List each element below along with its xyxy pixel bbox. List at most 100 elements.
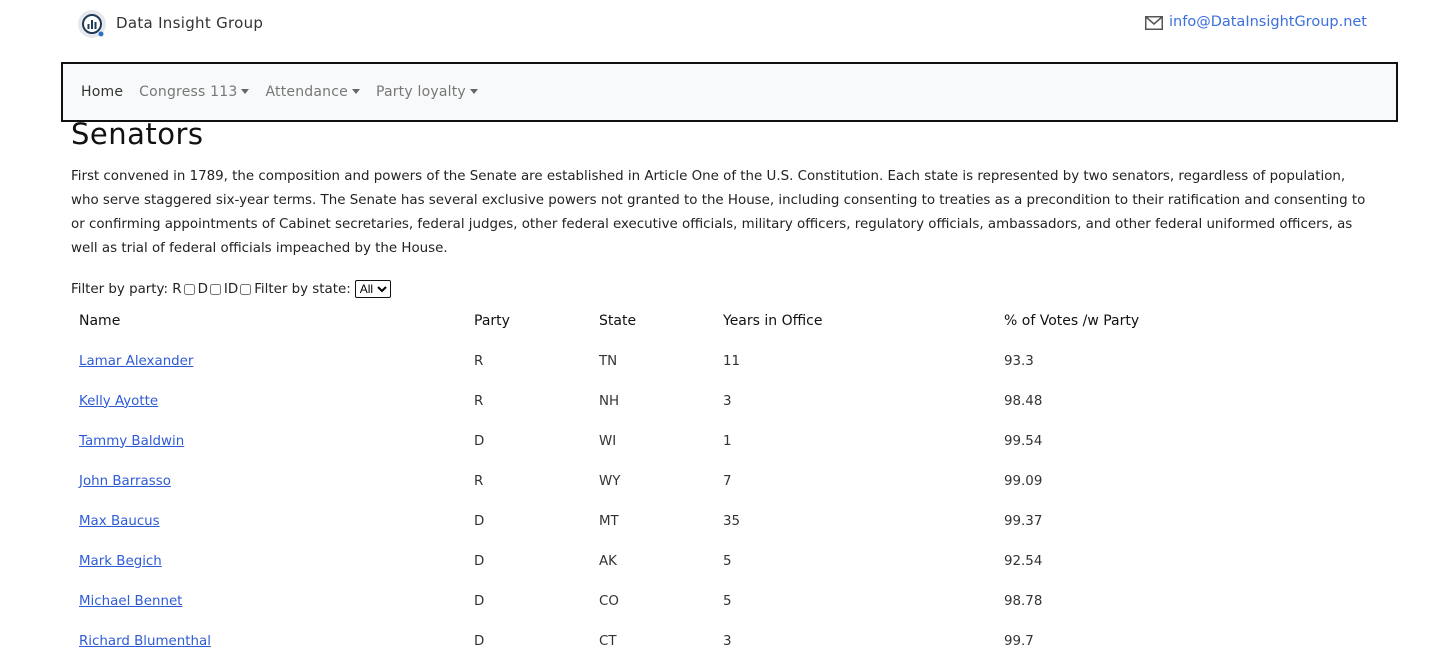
- table-cell: Michael Bennet: [71, 581, 466, 621]
- cell-state: CT: [599, 633, 617, 649]
- cell-pct-votes: 92.54: [1004, 553, 1043, 569]
- cell-party: R: [474, 353, 484, 369]
- caret-down-icon: [241, 88, 250, 94]
- table-cell: 5: [715, 541, 996, 581]
- table-cell: TN: [591, 341, 715, 381]
- main-navbar: Home Congress 113 Attendance Party loyal…: [61, 62, 1398, 122]
- cell-pct-votes: 99.37: [1004, 513, 1043, 529]
- table-cell: 1: [715, 421, 996, 461]
- nav-party-loyalty-dropdown[interactable]: Party loyalty: [376, 84, 478, 100]
- table-cell: Mark Begich: [71, 541, 466, 581]
- cell-years: 35: [723, 513, 741, 529]
- cell-state: MT: [599, 513, 619, 529]
- cell-pct-votes: 98.78: [1004, 593, 1043, 609]
- intro-paragraph: First convened in 1789, the composition …: [71, 169, 1366, 256]
- cell-party: D: [474, 633, 485, 649]
- cell-pct-votes: 99.09: [1004, 473, 1043, 489]
- cell-party: D: [474, 513, 485, 529]
- table-cell: R: [466, 341, 591, 381]
- caret-down-icon: [469, 88, 478, 94]
- cell-pct-votes: 93.3: [1004, 353, 1034, 369]
- table-body: Lamar Alexander R TN 11 93.3 Kelly Ayotte R NH 3…: [71, 341, 1312, 661]
- party-r-label: R: [172, 281, 182, 297]
- nav-attendance-dropdown[interactable]: Attendance: [265, 84, 360, 100]
- nav-home-label: Home: [81, 84, 124, 100]
- cell-years: 3: [723, 393, 732, 409]
- page-title: Senators: [71, 117, 204, 151]
- col-header-years[interactable]: Years in Office: [715, 301, 996, 341]
- senators-table: Name Party State Years in Office % of Vo…: [71, 301, 1312, 661]
- senator-name-link[interactable]: Kelly Ayotte: [79, 394, 158, 409]
- top-header: Data Insight Group info@DataInsightGroup…: [0, 0, 1447, 50]
- table-cell: 99.54: [996, 421, 1312, 461]
- cell-years: 5: [723, 593, 732, 609]
- brand-name[interactable]: Data Insight Group: [116, 14, 263, 32]
- senator-name-link[interactable]: Michael Bennet: [79, 594, 182, 609]
- table-header-row: Name Party State Years in Office % of Vo…: [71, 301, 1312, 341]
- state-filter-select[interactable]: All: [354, 280, 391, 298]
- cell-state: WY: [599, 473, 621, 489]
- table-row: Max Baucus D MT 35 99.37: [71, 501, 1312, 541]
- nav-party-loyalty-label: Party loyalty: [375, 84, 466, 100]
- table-cell: D: [466, 581, 591, 621]
- col-header-name[interactable]: Name: [71, 301, 466, 341]
- senator-name-link[interactable]: Richard Blumenthal: [79, 634, 211, 649]
- table-cell: 99.37: [996, 501, 1312, 541]
- table-row: Lamar Alexander R TN 11 93.3: [71, 341, 1312, 381]
- cell-party: R: [474, 393, 484, 409]
- cell-party: R: [474, 473, 484, 489]
- nav-congress-113-dropdown[interactable]: Congress 113: [139, 84, 250, 100]
- cell-state: TN: [599, 353, 618, 369]
- table-cell: CO: [591, 581, 715, 621]
- contact-email-link[interactable]: info@DataInsightGroup.net: [1145, 14, 1367, 30]
- table-cell: D: [466, 501, 591, 541]
- table-cell: 11: [715, 341, 996, 381]
- table-cell: 35: [715, 501, 996, 541]
- senator-name-link[interactable]: Tammy Baldwin: [79, 434, 184, 449]
- state-filter-label: Filter by state:: [254, 281, 351, 297]
- table-cell: NH: [591, 381, 715, 421]
- cell-party: D: [474, 593, 485, 609]
- table-cell: 99.7: [996, 621, 1312, 661]
- table-cell: WI: [591, 421, 715, 461]
- contact-email[interactable]: info@DataInsightGroup.net: [1169, 14, 1367, 30]
- senator-name-link[interactable]: John Barrasso: [79, 474, 171, 489]
- table-row: John Barrasso R WY 7 99.09: [71, 461, 1312, 501]
- col-header-party[interactable]: Party: [466, 301, 591, 341]
- table-cell: Max Baucus: [71, 501, 466, 541]
- nav-home[interactable]: Home: [81, 84, 123, 100]
- party-r-checkbox[interactable]: [183, 283, 195, 295]
- col-header-state[interactable]: State: [591, 301, 715, 341]
- logo-chart-icon[interactable]: [77, 9, 107, 39]
- cell-years: 3: [723, 633, 732, 649]
- party-id-label: ID: [223, 281, 239, 297]
- senator-name-link[interactable]: Mark Begich: [79, 554, 162, 569]
- table-cell: John Barrasso: [71, 461, 466, 501]
- table-cell: Kelly Ayotte: [71, 381, 466, 421]
- cell-state: AK: [599, 553, 617, 569]
- party-d-checkbox[interactable]: [209, 283, 221, 295]
- cell-years: 7: [723, 473, 732, 489]
- table-cell: 3: [715, 621, 996, 661]
- cell-pct-votes: 99.54: [1004, 433, 1043, 449]
- cell-pct-votes: 98.48: [1004, 393, 1043, 409]
- party-filter-label: Filter by party:: [71, 281, 169, 297]
- col-header-pct-votes[interactable]: % of Votes /w Party: [996, 301, 1312, 341]
- table-cell: MT: [591, 501, 715, 541]
- table-row: Tammy Baldwin D WI 1 99.54: [71, 421, 1312, 461]
- table-row: Mark Begich D AK 5 92.54: [71, 541, 1312, 581]
- table-row: Kelly Ayotte R NH 3 98.48: [71, 381, 1312, 421]
- table-row: Richard Blumenthal D CT 3 99.7: [71, 621, 1312, 661]
- table-cell: Richard Blumenthal: [71, 621, 466, 661]
- cell-years: 11: [723, 353, 741, 369]
- senator-name-link[interactable]: Lamar Alexander: [79, 354, 193, 369]
- cell-years: 1: [723, 433, 732, 449]
- cell-years: 5: [723, 553, 732, 569]
- table-cell: 5: [715, 581, 996, 621]
- table-cell: D: [466, 421, 591, 461]
- party-id-checkbox[interactable]: [240, 283, 252, 295]
- table-cell: R: [466, 461, 591, 501]
- table-cell: CT: [591, 621, 715, 661]
- cell-party: D: [474, 553, 485, 569]
- senator-name-link[interactable]: Max Baucus: [79, 514, 160, 529]
